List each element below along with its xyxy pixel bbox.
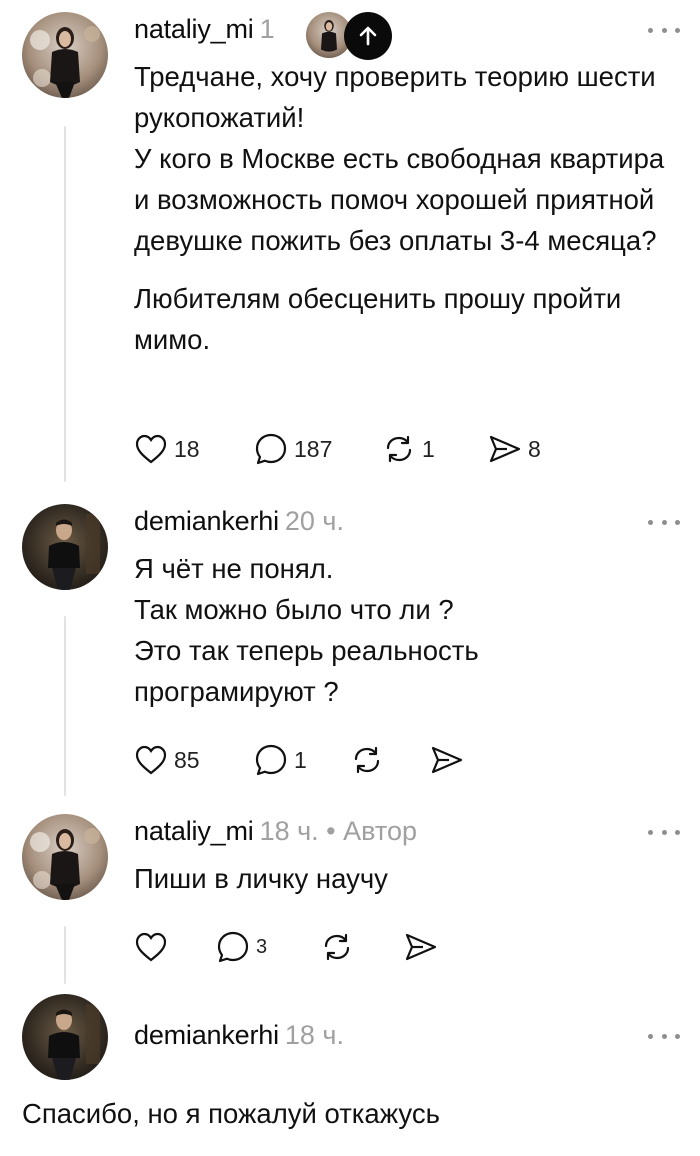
username[interactable]: demiankerhi [134,1020,279,1050]
text-line: Я чёт не понял. [134,553,334,584]
repost-button[interactable]: 1 [382,429,488,469]
text-line: Это так теперь реальность [134,635,479,666]
share-button[interactable]: 8 [488,429,568,469]
post-3: nataliy_mi 18 ч. • Автор Пиши в личку нау… [0,814,700,984]
more-icon[interactable] [648,512,680,532]
share-button[interactable] [430,740,490,780]
repost-count: 1 [422,435,435,462]
post-text: Тредчане, хочу проверить теорию шести ру… [134,56,676,360]
post-header: demiankerhi 20 ч. [134,506,700,546]
comment-icon [255,433,287,465]
repost-icon [354,746,380,774]
repost-icon [324,933,350,961]
post-actions: 18 187 1 8 [134,429,568,469]
text-line: Пиши в личку научу [134,863,388,894]
thread-line [64,926,66,984]
avatar[interactable] [22,12,108,98]
text-line: Так можно было что ли ? [134,594,454,625]
avatar[interactable] [22,994,108,1080]
post-text: Я чёт не понял. Так можно было что ли ? … [134,548,676,712]
paragraph: У кого в Москве есть свободная квартира … [134,143,665,256]
share-icon [405,933,437,961]
post-1: nataliy_mi 1 Тредчане, хочу проверить тео… [0,0,700,490]
heart-icon [135,434,167,464]
text-line: програмируют ? [134,676,339,707]
comment-button[interactable]: 187 [254,429,382,469]
post-meta: 18 ч. • Автор [259,816,417,846]
comment-icon [217,931,249,963]
share-count: 8 [528,435,541,462]
arrow-up-icon[interactable] [344,12,392,60]
share-icon [489,435,521,463]
avatar[interactable] [22,814,108,900]
username[interactable]: nataliy_mi [134,14,254,44]
thread-line [64,126,66,482]
like-button[interactable]: 85 [134,740,254,780]
post-meta: 20 ч. [284,506,344,536]
post-actions: 3 [134,927,464,967]
comment-count: 1 [294,746,307,773]
repost-icon [386,435,412,463]
like-button[interactable] [134,927,216,967]
share-button[interactable] [404,927,464,967]
heart-icon [135,745,167,775]
share-icon [431,746,463,774]
post-text: Спасибо, но я пожалуй откажусь [22,1098,440,1129]
post-meta: 18 ч. [284,1020,344,1050]
thread-line [64,616,66,796]
fade-overlay [282,8,302,48]
username[interactable]: nataliy_mi [134,816,254,846]
comment-icon [255,744,287,776]
more-icon[interactable] [648,822,680,842]
like-count: 85 [174,746,200,773]
post-4: demiankerhi 18 ч. [0,994,700,1156]
repost-button[interactable] [350,740,430,780]
repost-button[interactable] [320,927,404,967]
comment-button[interactable]: 3 [216,927,320,967]
like-button[interactable]: 18 [134,429,254,469]
comment-count: 3 [256,935,268,958]
post-header: nataliy_mi 18 ч. • Автор [134,816,700,856]
comment-count: 187 [294,435,333,462]
post-actions: 85 1 [134,740,490,780]
more-icon[interactable] [648,20,680,40]
comment-button[interactable]: 1 [254,740,350,780]
paragraph: Тредчане, хочу проверить теорию шести ру… [134,61,656,133]
more-icon[interactable] [648,1026,680,1046]
post-2: demiankerhi 20 ч. Я чёт не понял. Так мож… [0,504,700,804]
post-header: nataliy_mi 1 [134,14,700,54]
post-header: demiankerhi 18 ч. [134,1020,700,1060]
post-text: Пиши в личку научу [134,858,676,899]
like-count: 18 [174,435,200,462]
post-meta: 1 [259,14,275,44]
paragraph: Любителям обесценить прошу пройти мимо. [134,283,622,355]
avatar[interactable] [22,504,108,590]
heart-icon [135,932,167,962]
username[interactable]: demiankerhi [134,506,279,536]
